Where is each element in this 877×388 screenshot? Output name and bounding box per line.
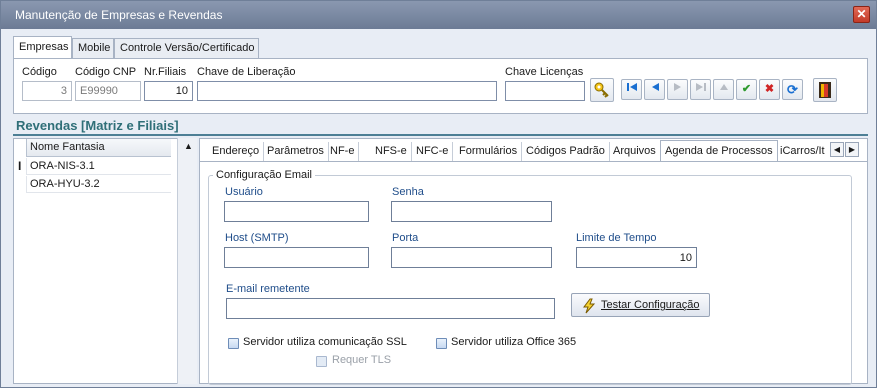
window-title: Manutenção de Empresas e Revendas: [15, 8, 223, 22]
tab-nfse-label: NFS-e: [375, 145, 407, 157]
generate-key-button[interactable]: [590, 78, 614, 102]
arrow-left-icon: ◀: [833, 145, 841, 154]
tab-nfce[interactable]: NFC-e: [412, 142, 454, 161]
porta-label: Porta: [392, 232, 419, 244]
office365-label: Servidor utiliza Office 365: [451, 336, 577, 348]
ssl-label: Servidor utiliza comunicação SSL: [243, 336, 407, 348]
cancel-x-icon: ✖: [764, 83, 775, 95]
prev-record-icon: [651, 83, 659, 91]
tab-parametros-label: Parâmetros: [267, 145, 324, 157]
close-icon: ✕: [856, 7, 867, 21]
exit-door-icon: [819, 82, 831, 98]
tab-nfce-label: NFC-e: [416, 145, 449, 157]
testar-configuracao-button[interactable]: Testar Configuração: [571, 293, 710, 317]
cancel-button[interactable]: ✖: [759, 79, 780, 100]
tab-divider: [200, 161, 867, 162]
chave-licencas-field[interactable]: [505, 81, 585, 101]
codigo-field[interactable]: 3: [22, 81, 72, 101]
tab-empresas[interactable]: Empresas: [13, 36, 72, 58]
next-record-button[interactable]: [667, 79, 688, 100]
arrow-right-icon: ▶: [848, 145, 856, 154]
revendas-grid: Nome Fantasia I ORA-NIS-3.1 ORA-HYU-3.2: [13, 138, 197, 384]
main-window: Manutenção de Empresas e Revendas ✕ Empr…: [0, 0, 877, 388]
tab-nfe-label: NF-e: [330, 145, 355, 157]
tab-formularios[interactable]: Formulários: [455, 142, 523, 161]
tab-codigos-padrao[interactable]: Códigos Padrão: [522, 142, 610, 161]
porta-field[interactable]: [391, 247, 552, 268]
refresh-icon: ⟳: [787, 82, 798, 97]
chave-licencas-label: Chave Licenças: [505, 66, 584, 78]
tls-checkbox[interactable]: [316, 356, 327, 367]
title-bar: Manutenção de Empresas e Revendas ✕: [1, 1, 876, 29]
usuario-label: Usuário: [225, 186, 263, 198]
tab-icarros-label: iCarros/It: [780, 145, 825, 157]
tls-label: Requer TLS: [332, 354, 392, 366]
detail-panel: Endereço Parâmetros NF-e NFS-e NFC-e For…: [199, 138, 868, 385]
list-item[interactable]: ORA-HYU-3.2: [26, 176, 171, 193]
refresh-button[interactable]: ⟳: [782, 79, 803, 100]
nr-filiais-label: Nr.Filiais: [144, 66, 187, 78]
lightning-icon: [583, 298, 596, 314]
chave-liberacao-label: Chave de Liberação: [197, 66, 296, 78]
tab-codigos-padrao-label: Códigos Padrão: [526, 145, 605, 157]
up-icon: [719, 84, 728, 90]
tab-controle-versao[interactable]: Controle Versão/Certificado: [114, 38, 259, 58]
senha-field[interactable]: [391, 201, 552, 222]
tab-endereco-label: Endereço: [212, 145, 260, 157]
confirm-button[interactable]: ✔: [736, 79, 757, 100]
ssl-checkbox[interactable]: [228, 338, 239, 349]
tab-arquivos[interactable]: Arquivos: [609, 142, 661, 161]
testar-configuracao-label: Testar Configuração: [601, 299, 700, 311]
grid-scrollbar[interactable]: ▲: [177, 138, 197, 384]
prev-record-button[interactable]: [644, 79, 665, 100]
senha-label: Senha: [392, 186, 424, 198]
usuario-field[interactable]: [224, 201, 369, 222]
tab-mobile[interactable]: Mobile: [72, 38, 114, 58]
limite-tempo-field[interactable]: 10: [576, 247, 697, 268]
tab-nfse[interactable]: NFS-e: [371, 142, 412, 161]
column-header-nome-fantasia[interactable]: Nome Fantasia: [26, 139, 171, 157]
codigo-label: Código: [22, 66, 57, 78]
row-cursor-icon: I: [18, 159, 22, 173]
email-remetente-field[interactable]: [226, 298, 555, 319]
tab-parametros[interactable]: Parâmetros: [263, 142, 329, 161]
first-record-icon: [626, 83, 637, 91]
tab-arquivos-label: Arquivos: [613, 145, 656, 157]
tab-icarros[interactable]: iCarros/It: [776, 142, 828, 161]
last-record-button[interactable]: [690, 79, 711, 100]
confirm-check-icon: ✔: [741, 83, 752, 95]
close-button[interactable]: ✕: [853, 6, 870, 23]
limite-tempo-label: Limite de Tempo: [576, 232, 657, 244]
codigo-cnp-field[interactable]: E99990: [75, 81, 141, 101]
tab-scroll-right-button[interactable]: ▶: [845, 142, 859, 157]
scroll-up-icon: ▲: [184, 141, 193, 151]
revendas-header: Revendas [Matriz e Filiais]: [13, 117, 868, 136]
config-email-title: Configuração Email: [213, 169, 315, 181]
office365-checkbox[interactable]: [436, 338, 447, 349]
tab-nfe[interactable]: NF-e: [326, 142, 360, 161]
exit-button[interactable]: [813, 78, 837, 102]
tab-scroll-left-button[interactable]: ◀: [830, 142, 844, 157]
next-record-icon: [673, 83, 681, 91]
last-record-icon: [695, 83, 706, 91]
host-smtp-label: Host (SMTP): [225, 232, 289, 244]
list-item[interactable]: ORA-NIS-3.1: [26, 158, 171, 175]
key-icon: [594, 82, 609, 98]
codigo-cnp-label: Código CNP: [75, 66, 137, 78]
first-record-button[interactable]: [621, 79, 642, 100]
tab-agenda-processos[interactable]: Agenda de Processos: [660, 140, 778, 162]
tab-formularios-label: Formulários: [459, 145, 518, 157]
email-remetente-label: E-mail remetente: [226, 283, 310, 295]
tab-agenda-processos-label: Agenda de Processos: [665, 145, 773, 157]
host-smtp-field[interactable]: [224, 247, 369, 268]
chave-liberacao-field[interactable]: [197, 81, 497, 101]
nr-filiais-field[interactable]: 10: [144, 81, 193, 101]
tab-endereco[interactable]: Endereço: [208, 142, 265, 161]
up-button[interactable]: [713, 79, 734, 100]
